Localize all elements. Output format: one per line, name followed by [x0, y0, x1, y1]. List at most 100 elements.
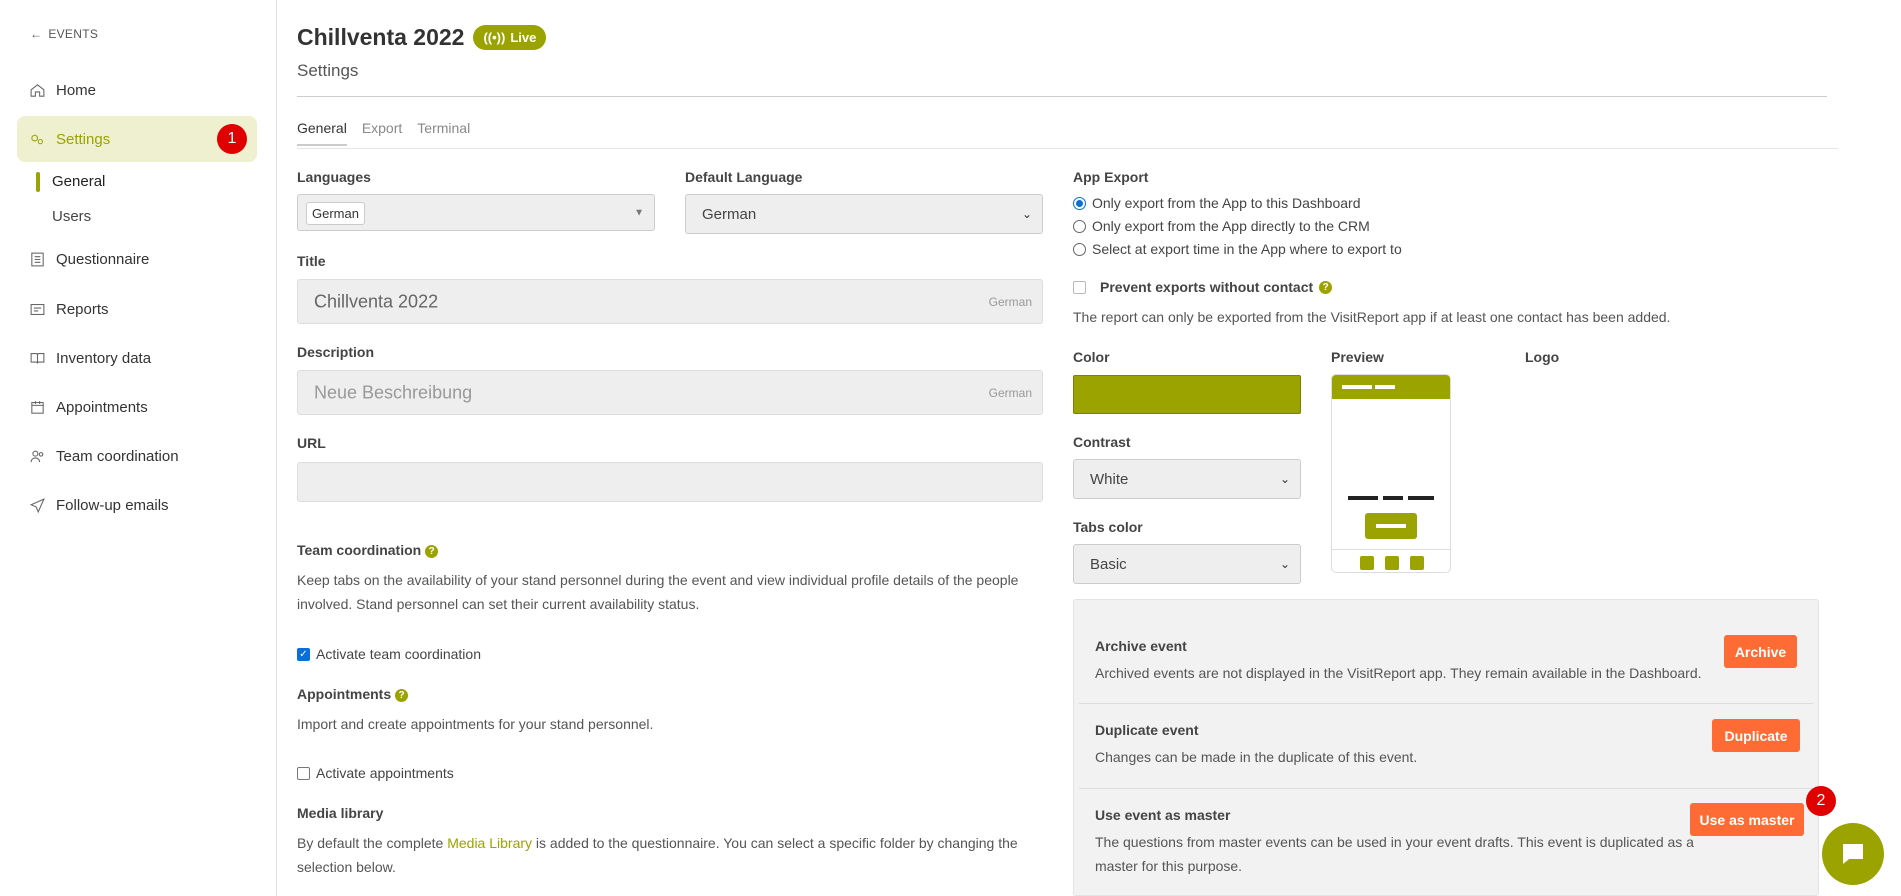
- live-label: Live: [510, 30, 537, 45]
- default-language-select[interactable]: German ⌄: [685, 194, 1043, 234]
- sidebar-item-label: Inventory data: [56, 349, 152, 367]
- archive-button[interactable]: Archive: [1724, 635, 1797, 668]
- languages-label: Languages: [297, 169, 371, 185]
- team-text-line-2: involved. Stand personnel can set their …: [297, 596, 700, 612]
- radio-button[interactable]: [1073, 242, 1086, 256]
- media-library-label: Media library: [297, 805, 384, 821]
- help-icon[interactable]: ?: [425, 545, 439, 558]
- appointments-checkbox[interactable]: [297, 766, 310, 780]
- appointments-checkbox-label: Activate appointments: [316, 765, 454, 781]
- title-input[interactable]: Chillventa 2022 German: [297, 279, 1043, 324]
- appointments-label: Appointments: [297, 686, 392, 702]
- tabs-color-value: Basic: [1090, 555, 1127, 573]
- export-option-label: Only export from the App to this Dashboa…: [1092, 195, 1361, 211]
- description-placeholder: Neue Beschreibung: [314, 382, 473, 402]
- default-language-label: Default Language: [685, 169, 803, 185]
- chevron-down-icon: ⌄: [1279, 557, 1290, 571]
- appointments-description: Import and create appointments for your …: [297, 716, 654, 732]
- tabs-color-select[interactable]: Basic ⌄: [1073, 544, 1301, 584]
- export-option-dashboard[interactable]: Only export from the App to this Dashboa…: [1073, 195, 1360, 211]
- preview-tab: [1410, 556, 1424, 570]
- app-export-label: App Export: [1073, 169, 1149, 185]
- export-option-label: Select at export time in the App where t…: [1092, 241, 1402, 257]
- description-language-hint: German: [988, 385, 1032, 400]
- team-coordination-description: Keep tabs on the availability of your st…: [297, 568, 1057, 616]
- language-chip[interactable]: German: [306, 202, 365, 225]
- radio-button[interactable]: [1073, 196, 1086, 210]
- sidebar: ← EVENTS Home Settings 1 General Users Q…: [0, 0, 277, 896]
- preview-tab: [1385, 556, 1399, 570]
- tab-terminal[interactable]: Terminal: [417, 120, 470, 146]
- use-as-master-title: Use event as master: [1095, 807, 1231, 823]
- team-coordination-checkbox-row[interactable]: ✓ Activate team coordination: [297, 646, 481, 662]
- team-text-line-1: Keep tabs on the availability of your st…: [297, 572, 1019, 588]
- color-label: Color: [1073, 349, 1110, 365]
- caret-down-icon: ▼: [634, 207, 644, 218]
- title-label: Title: [297, 253, 326, 269]
- media-text-pre: By default the complete: [297, 835, 448, 851]
- duplicate-button[interactable]: Duplicate: [1712, 719, 1800, 752]
- active-subitem-indicator: [36, 172, 40, 192]
- arrow-left-icon: ←: [30, 27, 43, 41]
- sidebar-item-team-coordination[interactable]: Team coordination: [17, 433, 257, 479]
- export-option-crm[interactable]: Only export from the App directly to the…: [1073, 218, 1370, 234]
- default-language-value: German: [702, 205, 757, 223]
- sidebar-item-label: Questionnaire: [56, 250, 150, 268]
- preview-label: Preview: [1331, 349, 1384, 365]
- chat-support-button[interactable]: [1822, 823, 1884, 885]
- sidebar-item-follow-up-emails[interactable]: Follow-up emails: [17, 482, 257, 528]
- sidebar-item-reports[interactable]: Reports: [17, 286, 257, 332]
- description-input[interactable]: Neue Beschreibung German: [297, 370, 1043, 415]
- sidebar-subitem-general[interactable]: General: [52, 173, 105, 190]
- contrast-label: Contrast: [1073, 434, 1131, 450]
- book-icon: [30, 352, 45, 364]
- preview-tab: [1360, 556, 1374, 570]
- url-label: URL: [297, 435, 326, 451]
- appointments-checkbox-row[interactable]: Activate appointments: [297, 765, 454, 781]
- media-text-post: is added to the questionnaire. You can s…: [532, 835, 1018, 851]
- prevent-exports-row[interactable]: Prevent exports without contact?: [1073, 279, 1333, 295]
- prevent-exports-checkbox[interactable]: [1073, 280, 1086, 294]
- home-icon: [30, 83, 45, 97]
- reports-icon: [30, 303, 45, 315]
- sidebar-subitem-users[interactable]: Users: [52, 208, 91, 225]
- tab-export[interactable]: Export: [362, 120, 402, 146]
- sidebar-item-questionnaire[interactable]: Questionnaire: [17, 236, 257, 282]
- help-icon[interactable]: ?: [395, 689, 409, 702]
- calendar-icon: [31, 400, 44, 414]
- tabs-color-label: Tabs color: [1073, 519, 1143, 535]
- event-actions-panel: Archive event Archived events are not di…: [1073, 599, 1819, 896]
- back-link-label: EVENTS: [48, 27, 99, 41]
- chevron-down-icon: ⌄: [1279, 472, 1290, 486]
- team-coordination-label: Team coordination: [297, 542, 422, 558]
- description-label: Description: [297, 344, 375, 360]
- use-as-master-button[interactable]: Use as master: [1690, 803, 1804, 836]
- url-input[interactable]: [297, 462, 1043, 502]
- app-preview: [1331, 374, 1451, 573]
- color-picker-swatch[interactable]: [1073, 375, 1301, 414]
- live-status-badge: ((•)) Live: [473, 25, 547, 50]
- sidebar-item-inventory-data[interactable]: Inventory data: [17, 335, 257, 381]
- use-as-master-text-line-2: master for this purpose.: [1095, 858, 1243, 874]
- sidebar-item-appointments[interactable]: Appointments: [17, 384, 257, 430]
- radio-button[interactable]: [1073, 219, 1086, 233]
- contrast-select[interactable]: White ⌄: [1073, 459, 1301, 499]
- export-option-select[interactable]: Select at export time in the App where t…: [1073, 241, 1402, 257]
- help-icon[interactable]: ?: [1319, 280, 1333, 294]
- back-to-events-link[interactable]: ← EVENTS: [30, 27, 98, 41]
- sidebar-item-label: Follow-up emails: [56, 496, 169, 514]
- team-coordination-checkbox[interactable]: ✓: [297, 647, 310, 661]
- use-as-master-text-line-1: The questions from master events can be …: [1095, 834, 1694, 850]
- notification-badge: 2: [1806, 786, 1836, 816]
- tab-general[interactable]: General: [297, 120, 347, 146]
- team-icon: [30, 450, 44, 462]
- sidebar-item-home[interactable]: Home: [17, 67, 257, 113]
- media-library-link[interactable]: Media Library: [447, 835, 532, 851]
- page-title: Chillventa 2022: [297, 24, 465, 50]
- send-icon: [29, 497, 45, 513]
- duplicate-event-row: Duplicate event Changes can be made in t…: [1079, 704, 1813, 788]
- sidebar-item-label: Appointments: [56, 398, 148, 416]
- languages-multiselect[interactable]: German ▼: [297, 194, 655, 231]
- duplicate-event-title: Duplicate event: [1095, 722, 1199, 738]
- title-language-hint: German: [988, 294, 1032, 309]
